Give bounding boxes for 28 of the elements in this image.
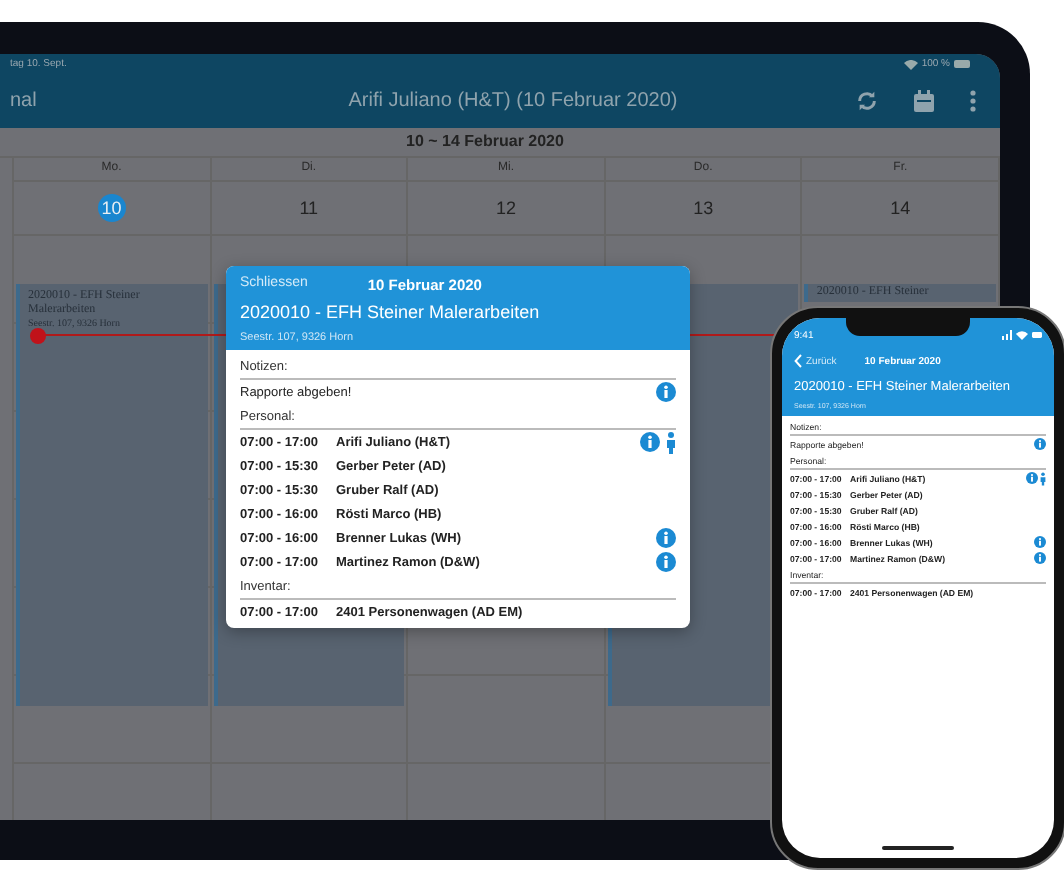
info-icon[interactable] xyxy=(640,432,660,452)
info-icon[interactable] xyxy=(1034,536,1046,548)
wifi-icon xyxy=(903,59,918,69)
info-icon[interactable] xyxy=(656,528,676,548)
person-icon[interactable] xyxy=(1040,471,1046,485)
info-icon[interactable] xyxy=(1034,438,1046,450)
info-icon[interactable] xyxy=(1034,552,1046,564)
signal-wifi-battery-icon xyxy=(1001,330,1042,340)
person-icon[interactable] xyxy=(666,431,676,453)
day-number[interactable]: 11 xyxy=(294,194,323,222)
day-number[interactable]: 14 xyxy=(886,194,915,222)
calendar-icon[interactable] xyxy=(914,90,934,112)
week-label: 10 ~ 14 Februar 2020 xyxy=(0,128,1000,158)
window-title: Arifi Juliano (H&T) (10 Februar 2020) xyxy=(346,90,680,112)
info-icon[interactable] xyxy=(656,552,676,572)
info-icon[interactable] xyxy=(656,382,676,402)
chevron-left-icon xyxy=(794,354,802,368)
phone-notch xyxy=(845,318,970,336)
back-link[interactable]: nal xyxy=(10,90,250,112)
day-number[interactable]: 12 xyxy=(491,194,520,222)
home-indicator xyxy=(882,846,954,850)
day-number[interactable]: 13 xyxy=(689,194,718,222)
battery-icon xyxy=(954,60,972,68)
popup-title: 2020010 - EFH Steiner Malerarbeiten xyxy=(240,302,542,322)
day-number[interactable]: 10 xyxy=(97,194,126,222)
more-menu-icon[interactable] xyxy=(970,90,976,112)
refresh-icon[interactable] xyxy=(856,90,878,112)
info-icon[interactable] xyxy=(1026,472,1038,484)
